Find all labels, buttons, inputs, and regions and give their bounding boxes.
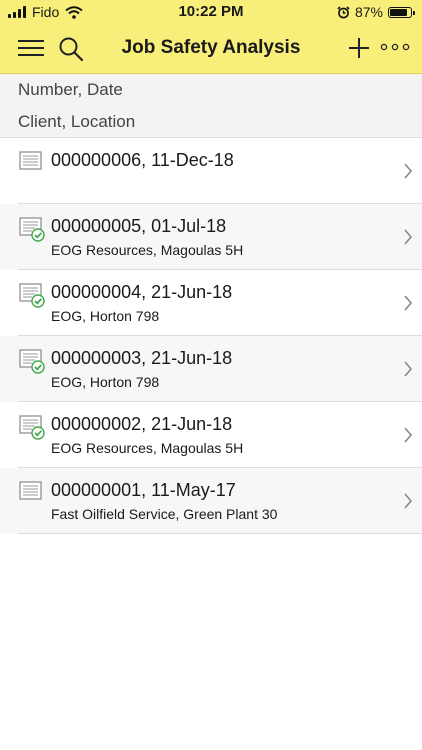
item-number-date: 000000006, 11-Dec-18: [51, 150, 234, 170]
chevron-right-icon: [404, 295, 413, 311]
item-client-location: EOG Resources, Magoulas 5H: [51, 440, 244, 456]
document-check-icon: [19, 349, 45, 374]
document-check-icon: [19, 283, 45, 308]
item-client-location: Fast Oilfield Service, Green Plant 30: [51, 506, 278, 522]
list-item[interactable]: 000000006, 11-Dec-18: [0, 138, 422, 204]
alarm-icon: [337, 5, 350, 18]
chevron-right-icon: [404, 493, 413, 509]
item-number-date: 000000001, 11-May-17: [51, 480, 236, 500]
chevron-right-icon: [404, 163, 413, 179]
document-icon: [19, 151, 42, 170]
list-header: Number, Date Client, Location: [0, 74, 422, 138]
battery-fill: [390, 8, 408, 16]
list-item[interactable]: 000000004, 21-Jun-18 EOG, Horton 798: [0, 270, 422, 336]
item-client-location: EOG Resources, Magoulas 5H: [51, 242, 244, 258]
item-number-date: 000000002, 21-Jun-18: [51, 414, 233, 434]
list-item[interactable]: 000000005, 01-Jul-18 EOG Resources, Mago…: [0, 204, 422, 270]
item-number-date: 000000005, 01-Jul-18: [51, 216, 227, 236]
status-bar: Fido 10:22 PM 87%: [0, 0, 422, 24]
header-number-date: Number, Date: [18, 80, 123, 99]
jsa-list: 000000006, 11-Dec-18 000000005, 01-Jul-1…: [0, 138, 422, 534]
document-check-icon: [19, 217, 45, 242]
battery-icon: [388, 6, 415, 18]
plus-icon[interactable]: [348, 37, 370, 59]
chevron-right-icon: [404, 361, 413, 377]
more-icon[interactable]: [380, 42, 410, 52]
list-item[interactable]: 000000001, 11-May-17 Fast Oilfield Servi…: [0, 468, 422, 534]
item-client-location: EOG, Horton 798: [51, 374, 160, 390]
item-client-location: EOG, Horton 798: [51, 308, 160, 324]
chevron-right-icon: [404, 229, 413, 245]
item-number-date: 000000004, 21-Jun-18: [51, 282, 233, 302]
status-right: 87%: [337, 4, 415, 20]
header-client-location: Client, Location: [18, 112, 136, 131]
list-item[interactable]: 000000003, 21-Jun-18 EOG, Horton 798: [0, 336, 422, 402]
list-item[interactable]: 000000002, 21-Jun-18 EOG Resources, Mago…: [0, 402, 422, 468]
chevron-right-icon: [404, 427, 413, 443]
top-bar: Fido 10:22 PM 87% Job Safety Analysis: [0, 0, 422, 74]
navigation-bar: Job Safety Analysis: [0, 24, 422, 72]
item-number-date: 000000003, 21-Jun-18: [51, 348, 233, 368]
document-icon: [19, 481, 42, 500]
battery-percent: 87%: [354, 4, 383, 20]
document-check-icon: [19, 415, 45, 440]
